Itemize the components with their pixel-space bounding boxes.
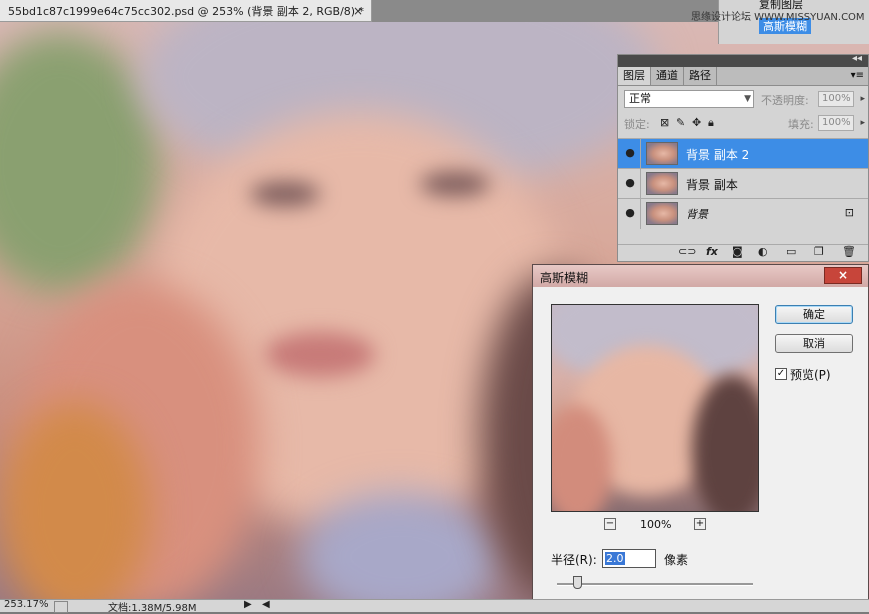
gaussian-blur-dialog: 高斯模糊 × 确定 取消 ✓ 预览(P) − 100% + 半径(R): 2.0… <box>532 264 869 611</box>
eye-icon[interactable]: ● <box>622 176 638 190</box>
radius-unit: 像素 <box>664 553 689 567</box>
document-tab[interactable]: 55bd1c87c1999e64c75cc302.psd @ 253% (背景 … <box>0 0 372 22</box>
zoom-in-button[interactable]: + <box>694 518 706 530</box>
layer-thumbnail <box>646 202 678 225</box>
opacity-value: 100% <box>822 93 851 104</box>
eye-icon[interactable]: ● <box>622 146 638 160</box>
tab-layers[interactable]: 图层 <box>618 67 651 85</box>
chevron-down-icon: ▼ <box>744 94 751 104</box>
layer-thumbnail <box>646 142 678 165</box>
radius-slider-thumb[interactable] <box>573 576 582 589</box>
divider <box>640 199 641 229</box>
preview-image[interactable] <box>551 304 759 512</box>
tab-paths[interactable]: 路径 <box>684 67 717 85</box>
right-eye <box>420 172 490 196</box>
lock-icon: ⊡ <box>844 206 854 219</box>
panel-menu-icon[interactable]: ▾≡ <box>851 67 864 85</box>
lips <box>265 332 375 377</box>
tab-channels[interactable]: 通道 <box>651 67 684 85</box>
blend-mode-select[interactable]: 正常 ▼ <box>624 90 754 108</box>
folder-icon[interactable]: ▭ <box>786 245 796 258</box>
close-button[interactable]: × <box>824 267 862 284</box>
document-title: 55bd1c87c1999e64c75cc302.psd @ 253% (背景 … <box>8 4 365 18</box>
document-info: 文档:1.38M/5.98M <box>108 603 197 614</box>
preview-checkbox[interactable]: ✓ <box>775 368 787 380</box>
chevron-right-icon[interactable]: ▸ <box>860 116 865 130</box>
layer-name: 背景 副本 <box>686 178 738 192</box>
zoom-readout[interactable]: 253.17% <box>4 599 49 610</box>
cancel-button[interactable]: 取消 <box>775 334 853 353</box>
panel-tabs: 图层 通道 路径 ▾≡ <box>618 67 868 86</box>
opacity-field[interactable]: 100% ▸ <box>818 91 865 107</box>
close-document-icon[interactable]: × <box>353 4 363 18</box>
lock-label: 锁定: <box>624 118 650 131</box>
radius-label: 半径(R): <box>551 553 597 567</box>
zoom-out-button[interactable]: − <box>604 518 616 530</box>
fill-label: 填充: <box>788 118 814 131</box>
radius-slider-track[interactable] <box>557 583 753 586</box>
mask-icon[interactable]: ◙ <box>732 245 743 258</box>
layer-row[interactable]: ● 背景 ⊡ <box>618 198 868 229</box>
scroll-left-icon[interactable]: ◀ <box>262 599 270 610</box>
opacity-label: 不透明度: <box>761 94 809 107</box>
panel-header: ◂◂ <box>618 53 868 67</box>
status-bar: 253.17% 文档:1.38M/5.98M ▶ ◀ <box>0 599 869 614</box>
layers-panel: ◂◂ 图层 通道 路径 ▾≡ 正常 ▼ 不透明度: 100% ▸ 锁定: ⊠ ✎… <box>617 53 869 262</box>
fill-field[interactable]: 100% ▸ <box>818 115 865 131</box>
lock-transparency-icon[interactable]: ⊠ <box>660 116 669 129</box>
layer-row[interactable]: ● 背景 副本 2 <box>618 138 868 169</box>
chevron-right-icon[interactable]: ▸ <box>860 92 865 106</box>
blend-row: 正常 ▼ 不透明度: 100% ▸ <box>618 86 868 112</box>
fx-icon[interactable]: fx <box>706 245 718 258</box>
eye-icon[interactable]: ● <box>622 206 638 220</box>
new-layer-icon[interactable]: ❐ <box>814 245 824 258</box>
layer-thumbnail <box>646 172 678 195</box>
ok-button[interactable]: 确定 <box>775 305 853 324</box>
lock-move-icon[interactable]: ✥ <box>692 116 701 129</box>
lock-paint-icon[interactable]: ✎ <box>676 116 685 129</box>
collapse-icon[interactable]: ◂◂ <box>852 53 862 64</box>
adjustment-icon[interactable]: ◐ <box>758 245 768 258</box>
link-icon[interactable]: ⊂⊃ <box>678 245 696 258</box>
lock-row: 锁定: ⊠ ✎ ✥ 🔒︎ 填充: 100% ▸ <box>618 112 868 136</box>
radius-value: 2.0 <box>605 552 625 565</box>
radius-input[interactable]: 2.0 <box>602 549 656 568</box>
layer-row[interactable]: ● 背景 副本 <box>618 168 868 199</box>
blend-mode-value: 正常 <box>629 92 651 105</box>
dialog-titlebar[interactable]: 高斯模糊 × <box>533 265 868 287</box>
left-eye <box>250 182 320 206</box>
divider <box>640 139 641 169</box>
fill-value: 100% <box>822 117 851 128</box>
trash-icon[interactable]: 🗑︎ <box>842 245 856 258</box>
divider <box>640 169 641 199</box>
zoom-level: 100% <box>640 518 672 531</box>
layer-name: 背景 副本 2 <box>686 148 750 162</box>
status-icon[interactable] <box>54 601 68 613</box>
history-panel: 复制图层 高斯模糊 思缘设计论坛 WWW.MISSYUAN.COM <box>691 0 869 44</box>
dialog-title: 高斯模糊 <box>540 271 589 285</box>
background-foliage <box>0 32 160 292</box>
layer-name: 背景 <box>686 208 708 221</box>
lock-all-icon[interactable]: 🔒︎ <box>708 116 714 130</box>
watermark-text: 思缘设计论坛 WWW.MISSYUAN.COM <box>691 12 865 23</box>
preview-checkbox-label: 预览(P) <box>790 368 831 382</box>
status-menu-arrow-icon[interactable]: ▶ <box>244 599 252 610</box>
layers-toolbar: ⊂⊃ fx ◙ ◐ ▭ ❐ 🗑︎ <box>618 244 868 261</box>
